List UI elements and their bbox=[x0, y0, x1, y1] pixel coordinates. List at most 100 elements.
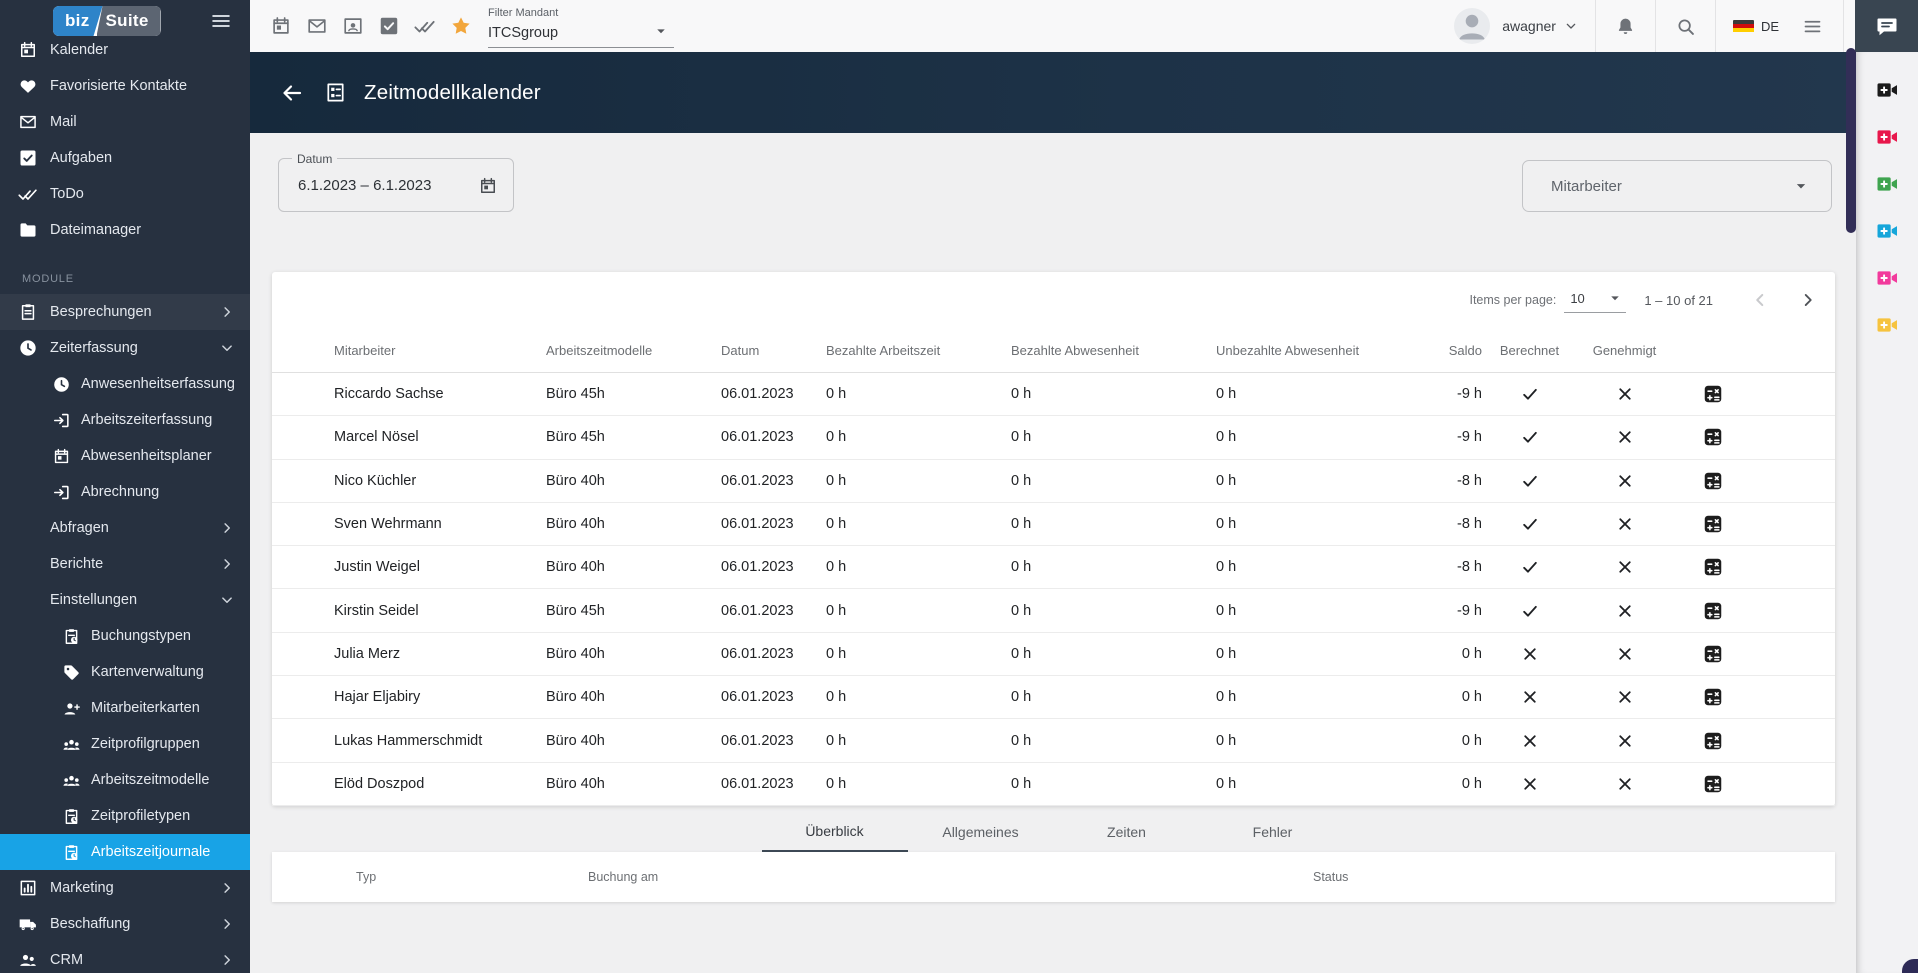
cell-unbez_abw: 0 h bbox=[1216, 775, 1237, 792]
bell-icon[interactable] bbox=[1615, 16, 1636, 37]
cell-actions bbox=[1672, 773, 1754, 795]
tab-allgemeines[interactable]: Allgemeines bbox=[908, 812, 1054, 852]
video-call-icon[interactable] bbox=[1875, 78, 1899, 102]
sidebar-item-dateimanager[interactable]: Dateimanager bbox=[0, 212, 250, 248]
cell-bez_zeit: 0 h bbox=[826, 645, 847, 662]
table-row[interactable]: Elöd Doszpod Büro 40h 06.01.2023 0 h 0 h 0 h 0… bbox=[272, 763, 1835, 806]
dropdown-arrow-icon bbox=[1791, 176, 1811, 196]
mail-icon[interactable] bbox=[306, 15, 328, 37]
tag-icon bbox=[62, 663, 81, 682]
chevron-right-icon bbox=[218, 303, 236, 321]
sidebar-item-zeiterfassung[interactable]: Zeiterfassung bbox=[0, 330, 250, 366]
sidebar-item-crm[interactable]: CRM bbox=[0, 942, 250, 973]
tab-fehler[interactable]: Fehler bbox=[1200, 812, 1346, 852]
sidebar-item-kartenverwaltung[interactable]: Kartenverwaltung bbox=[0, 654, 250, 690]
table-row[interactable]: Justin Weigel Büro 40h 06.01.2023 0 h 0 h 0 h… bbox=[272, 546, 1835, 590]
cell-actions bbox=[1672, 556, 1754, 578]
scrollbar-thumb[interactable] bbox=[1846, 48, 1856, 233]
date-range-field[interactable]: Datum 6.1.2023 – 6.1.2023 bbox=[278, 152, 514, 212]
sidebar-item-abwesenheitsplaner[interactable]: Abwesenheitsplaner bbox=[0, 438, 250, 474]
employee-select[interactable]: Mitarbeiter bbox=[1522, 160, 1832, 212]
table-row[interactable]: Sven Wehrmann Büro 40h 06.01.2023 0 h 0 h 0 h… bbox=[272, 503, 1835, 547]
tasks-icon[interactable] bbox=[378, 15, 400, 37]
previous-page-button[interactable] bbox=[1749, 289, 1771, 311]
sidebar-item-aufgaben[interactable]: Aufgaben bbox=[0, 140, 250, 176]
table-row[interactable]: Riccardo Sachse Büro 45h 06.01.2023 0 h 0 h 0… bbox=[272, 373, 1835, 417]
sidebar-item-todo[interactable]: ToDo bbox=[0, 176, 250, 212]
calendar-icon[interactable] bbox=[478, 176, 498, 196]
sidebar-item-einstellungen[interactable]: Einstellungen bbox=[0, 582, 250, 618]
hamburger-menu-icon[interactable] bbox=[210, 10, 232, 32]
sidebar-item-zeitprofilgruppen[interactable]: Zeitprofilgruppen bbox=[0, 726, 250, 762]
calculator-button[interactable] bbox=[1702, 556, 1724, 578]
sidebar-item-arbeitszeitmodelle[interactable]: Arbeitszeitmodelle bbox=[0, 762, 250, 798]
sidebar-item-zeitprofiletypen[interactable]: Zeitprofiletypen bbox=[0, 798, 250, 834]
items-per-page-select[interactable]: 10 bbox=[1564, 287, 1627, 313]
table-row[interactable]: Julia Merz Büro 40h 06.01.2023 0 h 0 h 0 h 0 h bbox=[272, 633, 1835, 677]
sidebar-item-mitarbeiterkarten[interactable]: Mitarbeiterkarten bbox=[0, 690, 250, 726]
video-call-icon[interactable] bbox=[1875, 266, 1899, 290]
sidebar-item-mail[interactable]: Mail bbox=[0, 104, 250, 140]
divider bbox=[1843, 0, 1844, 52]
chat-button[interactable] bbox=[1855, 0, 1918, 52]
table-row[interactable]: Kirstin Seidel Büro 45h 06.01.2023 0 h 0 h 0 … bbox=[272, 589, 1835, 633]
search-icon[interactable] bbox=[1675, 16, 1696, 37]
calculator-button[interactable] bbox=[1702, 513, 1724, 535]
app-logo[interactable]: biz Suite bbox=[53, 6, 161, 36]
favorites-star-icon[interactable] bbox=[450, 15, 472, 37]
calculator-button[interactable] bbox=[1702, 383, 1724, 405]
video-call-icon[interactable] bbox=[1875, 219, 1899, 243]
video-call-icon[interactable] bbox=[1875, 172, 1899, 196]
cell-genehmigt bbox=[1577, 774, 1672, 794]
table-header-row: Mitarbeiter Arbeitszeitmodelle Datum Bezahl… bbox=[272, 328, 1835, 373]
video-call-icon[interactable] bbox=[1875, 313, 1899, 337]
table-row[interactable]: Hajar Eljabiry Büro 40h 06.01.2023 0 h 0 h 0 … bbox=[272, 676, 1835, 720]
sidebar-item-abrechnung[interactable]: Abrechnung bbox=[0, 474, 250, 510]
tab-zeiten[interactable]: Zeiten bbox=[1054, 812, 1200, 852]
sidebar-item-arbeitszeiterfassung[interactable]: Arbeitszeiterfassung bbox=[0, 402, 250, 438]
back-button[interactable] bbox=[280, 81, 304, 105]
cross-icon bbox=[1520, 774, 1540, 794]
contact-card-icon[interactable] bbox=[342, 15, 364, 37]
section-label-text: MODULE bbox=[22, 273, 74, 285]
cell-unbez_abw: 0 h bbox=[1216, 732, 1237, 749]
list-icon[interactable] bbox=[1802, 16, 1823, 37]
next-page-button[interactable] bbox=[1797, 289, 1819, 311]
sidebar-item-favorisierte-kontakte[interactable]: Favorisierte Kontakte bbox=[0, 68, 250, 104]
done-all-icon[interactable] bbox=[414, 15, 436, 37]
table-row[interactable]: Nico Küchler Büro 40h 06.01.2023 0 h 0 h 0 h -… bbox=[272, 460, 1835, 503]
calendar-icon[interactable] bbox=[270, 15, 292, 37]
sidebar-item-anwesenheitserfassung[interactable]: Anwesenheitserfassung bbox=[0, 366, 250, 402]
sidebar-item-label: Arbeitszeitjournale bbox=[91, 844, 211, 860]
sidebar-item-arbeitszeitjournale[interactable]: Arbeitszeitjournale bbox=[0, 834, 250, 870]
sidebar-item-label: Anwesenheitserfassung bbox=[81, 376, 235, 392]
column-header: Arbeitszeitmodelle bbox=[546, 342, 653, 358]
clipboard-icon bbox=[18, 302, 38, 322]
calculator-button[interactable] bbox=[1702, 470, 1724, 492]
paginator: Items per page: 10 1 – 10 of 21 bbox=[272, 272, 1835, 328]
filter-mandant-select[interactable]: Filter Mandant ITCSgroup bbox=[488, 4, 674, 50]
user-menu[interactable]: awagner bbox=[1454, 8, 1595, 44]
folder-icon bbox=[18, 220, 38, 240]
cell-saldo: -9 h bbox=[1457, 386, 1482, 403]
dropdown-arrow-icon bbox=[1606, 289, 1624, 307]
calculator-button[interactable] bbox=[1702, 773, 1724, 795]
sidebar-item-buchungstypen[interactable]: Buchungstypen bbox=[0, 618, 250, 654]
table-row[interactable]: Marcel Nösel Büro 45h 06.01.2023 0 h 0 h 0 h -… bbox=[272, 416, 1835, 460]
calculator-button[interactable] bbox=[1702, 600, 1724, 622]
sidebar-item-berichte[interactable]: Berichte bbox=[0, 546, 250, 582]
tab-überblick[interactable]: Überblick bbox=[761, 812, 908, 852]
chevron-right-icon bbox=[218, 879, 236, 897]
calculator-button[interactable] bbox=[1702, 426, 1724, 448]
calculator-button[interactable] bbox=[1702, 686, 1724, 708]
sidebar-item-abfragen[interactable]: Abfragen bbox=[0, 510, 250, 546]
calculator-button[interactable] bbox=[1702, 730, 1724, 752]
cell-datum: 06.01.2023 bbox=[721, 645, 794, 662]
sidebar-item-beschaffung[interactable]: Beschaffung bbox=[0, 906, 250, 942]
language-switch[interactable]: DE bbox=[1732, 19, 1779, 34]
table-row[interactable]: Lukas Hammerschmidt Büro 40h 06.01.2023 0 h… bbox=[272, 719, 1835, 763]
sidebar-item-besprechungen[interactable]: Besprechungen bbox=[0, 294, 250, 330]
video-call-icon[interactable] bbox=[1875, 125, 1899, 149]
sidebar-item-marketing[interactable]: Marketing bbox=[0, 870, 250, 906]
calculator-button[interactable] bbox=[1702, 643, 1724, 665]
